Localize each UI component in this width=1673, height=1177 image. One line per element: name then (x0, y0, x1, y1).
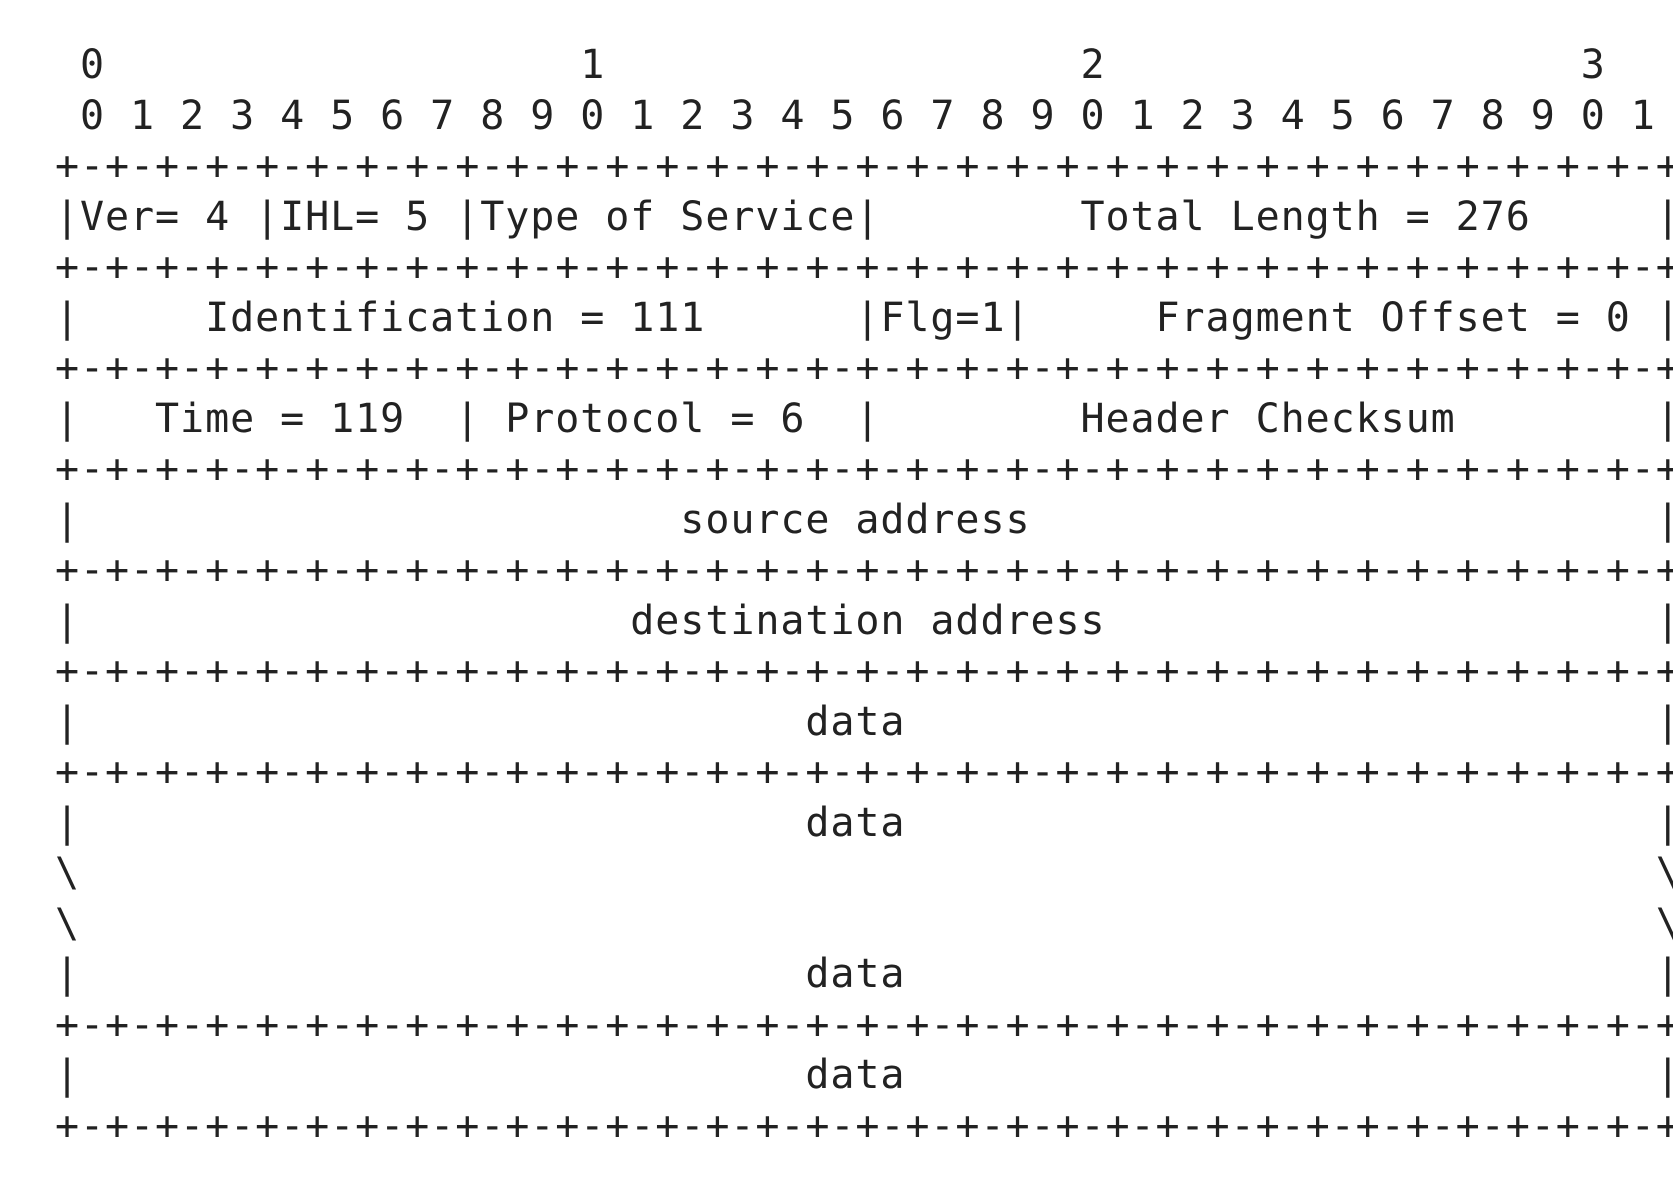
document-page: 0 1 2 3 0 1 2 3 4 5 6 7 8 9 0 1 2 3 4 5 … (0, 0, 1673, 1177)
row-source-address: | source address | (55, 496, 1673, 543)
border-line: +-+-+-+-+-+-+-+-+-+-+-+-+-+-+-+-+-+-+-+-… (55, 1001, 1673, 1048)
row-data: | data | (55, 951, 1673, 997)
row-version-ihl-tos-length: |Ver= 4 |IHL= 5 |Type of Service| Total … (55, 193, 1673, 240)
border-line: +-+-+-+-+-+-+-+-+-+-+-+-+-+-+-+-+-+-+-+-… (55, 345, 1673, 391)
border-line: +-+-+-+-+-+-+-+-+-+-+-+-+-+-+-+-+-+-+-+-… (55, 749, 1673, 795)
ip-header-diagram: 0 1 2 3 0 1 2 3 4 5 6 7 8 9 0 1 2 3 4 5 … (55, 40, 1673, 1151)
row-data: | data | (55, 799, 1673, 846)
bit-units-ruler: 0 1 2 3 4 5 6 7 8 9 0 1 2 3 4 5 6 7 8 9 … (55, 92, 1656, 139)
row-break-marker: \ \ (55, 850, 1673, 896)
row-identification-flags-offset: | Identification = 111 |Flg=1| Fragment … (55, 294, 1673, 341)
row-ttl-protocol-checksum: | Time = 119 | Protocol = 6 | Header Che… (55, 395, 1673, 442)
border-line: +-+-+-+-+-+-+-+-+-+-+-+-+-+-+-+-+-+-+-+-… (55, 648, 1673, 694)
border-line: +-+-+-+-+-+-+-+-+-+-+-+-+-+-+-+-+-+-+-+-… (55, 1102, 1673, 1149)
row-break-marker: \ \ (55, 900, 1673, 947)
border-line: +-+-+-+-+-+-+-+-+-+-+-+-+-+-+-+-+-+-+-+-… (55, 446, 1673, 492)
border-line: +-+-+-+-+-+-+-+-+-+-+-+-+-+-+-+-+-+-+-+-… (55, 244, 1673, 290)
row-destination-address: | destination address | (55, 597, 1673, 644)
border-line: +-+-+-+-+-+-+-+-+-+-+-+-+-+-+-+-+-+-+-+-… (55, 143, 1673, 189)
bit-tens-ruler: 0 1 2 3 (55, 42, 1606, 88)
row-data: | data | (55, 1052, 1673, 1098)
border-line: +-+-+-+-+-+-+-+-+-+-+-+-+-+-+-+-+-+-+-+-… (55, 547, 1673, 593)
row-data: | data | (55, 698, 1673, 745)
